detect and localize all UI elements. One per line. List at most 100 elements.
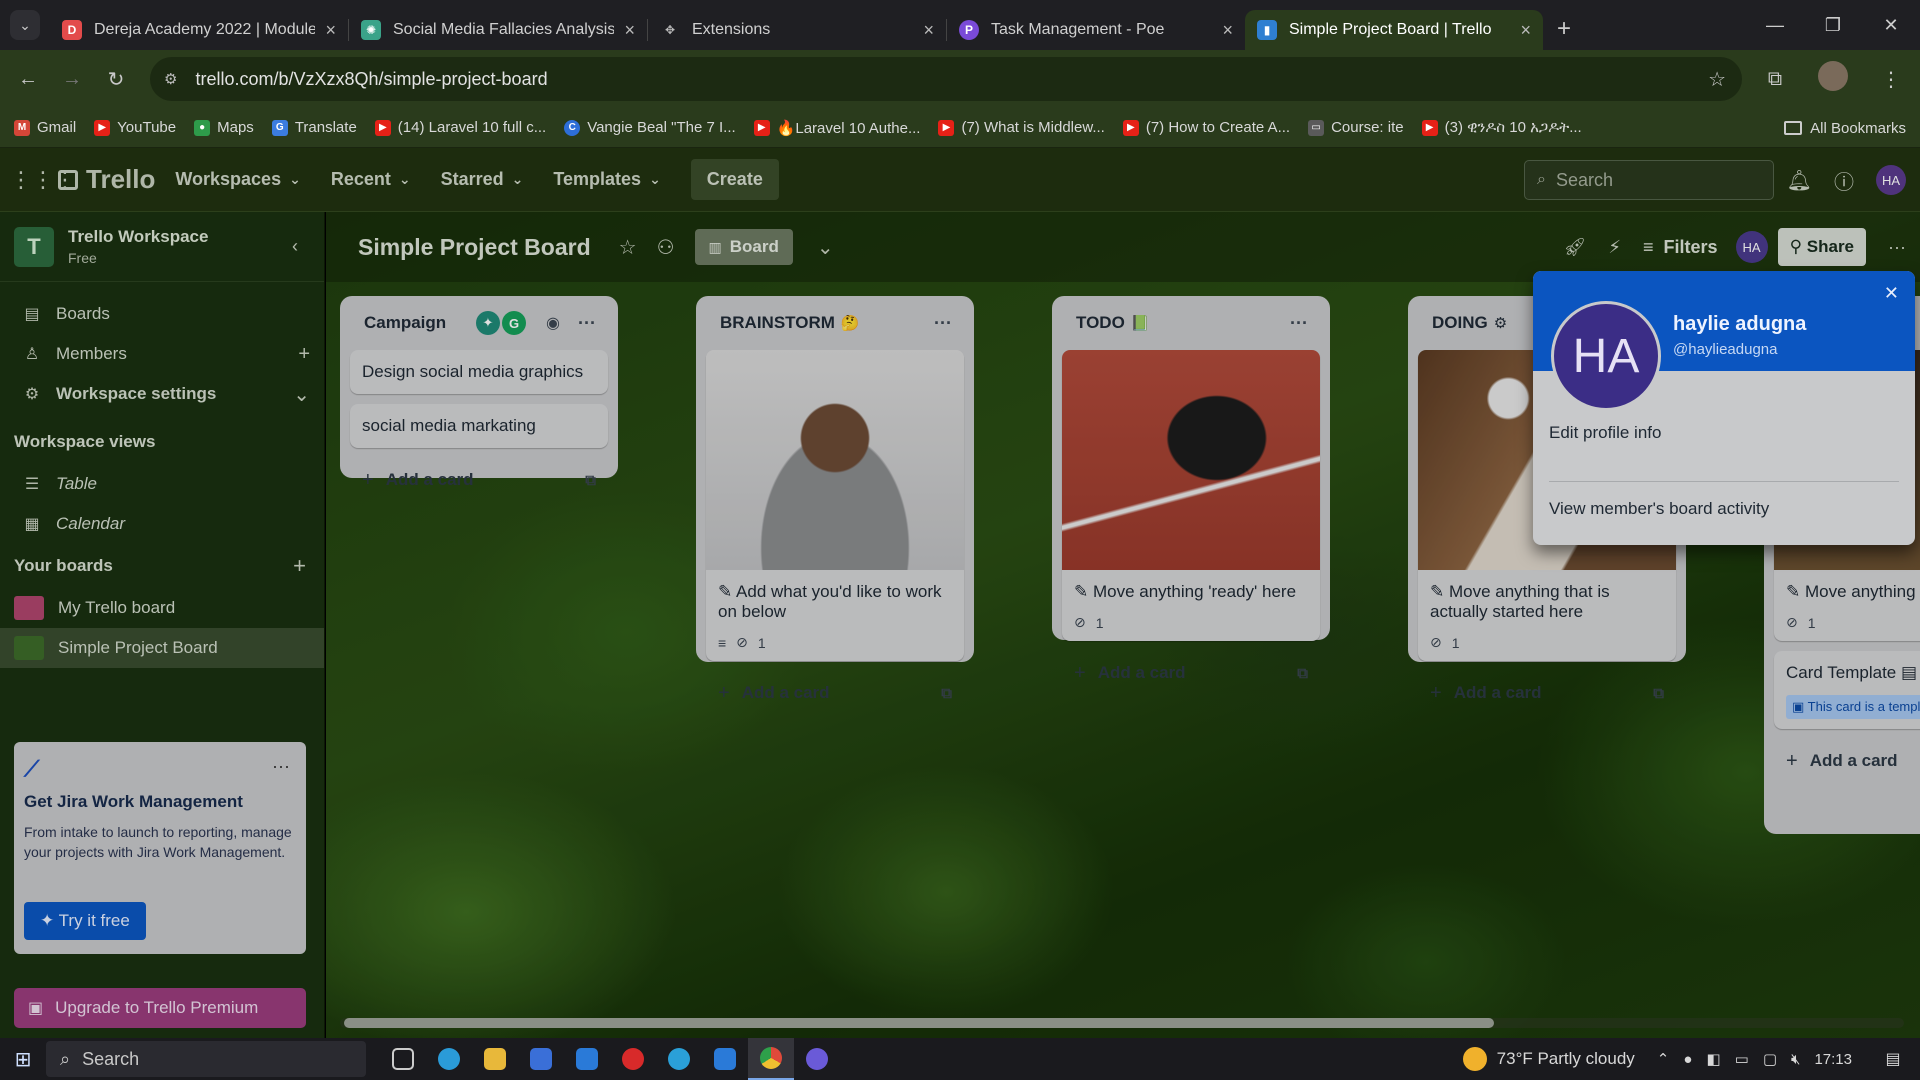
list-header[interactable]: BRAINSTORM 🤔 ··· xyxy=(706,296,964,350)
list-title[interactable]: BRAINSTORM xyxy=(720,313,835,333)
create-button[interactable]: Create xyxy=(690,159,779,200)
close-icon[interactable]: × xyxy=(624,20,635,41)
weather-widget[interactable]: 73°F Partly cloudy xyxy=(1462,1047,1635,1071)
extensions-icon[interactable]: ⧉ xyxy=(1746,68,1804,91)
list-actions-icon[interactable]: ··· xyxy=(578,313,596,334)
sidebar-item-boards[interactable]: ▤ Boards xyxy=(0,294,324,334)
view-activity-link[interactable]: View member's board activity xyxy=(1549,499,1769,519)
sidebar-item-calendar[interactable]: ▦ Calendar xyxy=(0,504,324,544)
menu-templates[interactable]: Templates ⌄ xyxy=(553,169,660,190)
tab-extensions[interactable]: ✥ Extensions × xyxy=(648,10,946,50)
app-switcher-icon[interactable]: ⋮⋮⋮ xyxy=(10,167,76,193)
sidebar-item-workspace-settings[interactable]: ⚙ Workspace settings ⌄ xyxy=(0,374,324,414)
tab-social-media[interactable]: ✺ Social Media Fallacies Analysis × xyxy=(349,10,647,50)
task-view-icon[interactable] xyxy=(380,1038,426,1080)
opera-icon[interactable] xyxy=(610,1038,656,1080)
speaker-muted-icon[interactable]: 🔇︎ xyxy=(1791,1051,1800,1068)
board-title[interactable]: Simple Project Board xyxy=(358,234,591,261)
bookmark-course[interactable]: ▭ Course: ite xyxy=(1308,119,1404,136)
visibility-icon[interactable]: ⚇ xyxy=(657,235,675,260)
card-template-icon[interactable]: ⧉ xyxy=(941,685,952,702)
list-card[interactable]: ✎ Add what you'd like to work on below ≡… xyxy=(706,350,964,661)
window-close-icon[interactable]: ✕ xyxy=(1862,15,1920,36)
tray-app-icon[interactable]: ● xyxy=(1683,1051,1692,1068)
sidebar-board-my-trello-board[interactable]: My Trello board xyxy=(0,588,324,628)
card-template-icon[interactable]: ⧉ xyxy=(585,472,596,489)
trello-logo[interactable]: Trello xyxy=(58,164,155,195)
clock[interactable]: 17:13 xyxy=(1814,1051,1852,1068)
list-title[interactable]: DOING xyxy=(1432,313,1488,333)
new-tab-plus-icon[interactable]: + xyxy=(1557,15,1571,43)
forward-arrow-icon[interactable]: → xyxy=(50,68,94,91)
taskbar-search[interactable]: ⌕ Search xyxy=(46,1041,366,1077)
url-bar[interactable]: ⚙ trello.com/b/VzXzx8Qh/simple-project-b… xyxy=(150,57,1742,101)
bookmark-windows10[interactable]: ▶ (3) ዊንዶስ 10 አጋዶት... xyxy=(1421,119,1582,136)
collapse-sidebar-icon[interactable]: ‹ xyxy=(292,236,298,257)
member-avatar[interactable]: HA xyxy=(1735,231,1768,263)
bookmark-star-icon[interactable]: ☆ xyxy=(1708,67,1726,92)
network-icon[interactable]: ▢ xyxy=(1763,1050,1777,1068)
power-ups-icon[interactable]: 🚀︎ xyxy=(1564,237,1587,258)
add-card-button[interactable]: + Add a card ⧉ xyxy=(350,458,608,502)
store-icon[interactable] xyxy=(518,1038,564,1080)
help-icon[interactable]: ⓘ xyxy=(1834,166,1854,195)
tab-dereja[interactable]: D Dereja Academy 2022 | Module × xyxy=(50,10,348,50)
bookmark-gmail[interactable]: M Gmail xyxy=(14,119,76,136)
close-icon[interactable]: × xyxy=(1520,20,1531,41)
list-actions-icon[interactable]: ··· xyxy=(934,313,952,334)
bookmark-vangie[interactable]: C Vangie Beal "The 7 I... xyxy=(564,119,736,136)
try-it-free-button[interactable]: ✦ Try it free xyxy=(24,902,146,940)
filters-button[interactable]: ≡ Filters xyxy=(1643,237,1718,258)
bookmark-translate[interactable]: G Translate xyxy=(271,119,357,136)
profile-avatar[interactable] xyxy=(1804,61,1862,97)
more-options-icon[interactable]: ··· xyxy=(1888,237,1906,258)
scrollbar-thumb[interactable] xyxy=(344,1018,1494,1028)
menu-workspaces[interactable]: Workspaces ⌄ xyxy=(175,169,300,190)
bookmark-laravel-full[interactable]: ▶ (14) Laravel 10 full c... xyxy=(374,119,546,136)
windows-start-icon[interactable]: ⊞ xyxy=(0,1047,46,1072)
close-icon[interactable]: ✕ xyxy=(1884,283,1899,304)
bookmark-laravel-auth[interactable]: ▶ 🔥Laravel 10 Authe... xyxy=(753,119,920,137)
bookmark-how-to-create[interactable]: ▶ (7) How to Create A... xyxy=(1122,119,1290,136)
card-template-icon[interactable]: ⧉ xyxy=(1653,685,1664,702)
add-card-button[interactable]: + Add a card ⧉ xyxy=(1418,671,1676,715)
site-info-icon[interactable]: ⚙ xyxy=(164,70,177,88)
add-member-plus-icon[interactable]: + xyxy=(298,343,310,366)
workspace-name[interactable]: Trello Workspace xyxy=(68,227,208,247)
list-title[interactable]: TODO xyxy=(1076,313,1125,333)
share-button[interactable]: ⚲ Share xyxy=(1777,228,1867,266)
list-card[interactable]: Design social media graphics xyxy=(350,350,608,394)
upgrade-premium-button[interactable]: ▣ Upgrade to Trello Premium xyxy=(14,988,306,1028)
tab-poe[interactable]: P Task Management - Poe × xyxy=(947,10,1245,50)
list-header[interactable]: TODO 📗 ··· xyxy=(1062,296,1320,350)
add-card-button[interactable]: + Add a card xyxy=(1774,739,1920,783)
tray-app-icon[interactable]: ◧ xyxy=(1706,1050,1720,1068)
browser-menu-icon[interactable]: ⋮ xyxy=(1862,67,1920,92)
list-title[interactable]: Campaign xyxy=(364,313,446,333)
back-arrow-icon[interactable]: ← xyxy=(6,68,50,91)
notifications-icon[interactable]: 🔔︎ xyxy=(1787,168,1812,193)
card-template-icon[interactable]: ⧉ xyxy=(1297,665,1308,682)
file-explorer-icon[interactable] xyxy=(472,1038,518,1080)
bing-chat-icon[interactable] xyxy=(794,1038,840,1080)
header-search-input[interactable]: ⌕ Search xyxy=(1524,160,1774,200)
telegram-icon[interactable] xyxy=(656,1038,702,1080)
notifications-icon[interactable]: ▤ xyxy=(1876,1049,1910,1069)
template-card[interactable]: Card Template ▤ ▣ This card is a templat… xyxy=(1774,651,1920,729)
tab-trello[interactable]: ▮ Simple Project Board | Trello × xyxy=(1245,10,1543,50)
chevron-up-icon[interactable]: ⌃ xyxy=(1657,1050,1670,1068)
vscode-icon[interactable] xyxy=(702,1038,748,1080)
bookmark-youtube[interactable]: ▶ YouTube xyxy=(94,119,176,136)
chrome-icon[interactable] xyxy=(748,1038,794,1080)
close-icon[interactable]: × xyxy=(325,20,336,41)
bookmark-middleware[interactable]: ▶ (7) What is Middlew... xyxy=(938,119,1105,136)
sidebar-board-simple-project-board[interactable]: Simple Project Board xyxy=(0,628,324,668)
list-header[interactable]: Campaign ✦ G ◉ ··· xyxy=(350,296,608,350)
battery-icon[interactable]: ▭ xyxy=(1735,1050,1749,1068)
edit-profile-link[interactable]: Edit profile info xyxy=(1549,423,1661,443)
mail-icon[interactable] xyxy=(564,1038,610,1080)
menu-starred[interactable]: Starred ⌄ xyxy=(441,169,524,190)
list-card[interactable]: ✎ Move anything 'ready' here ⊘ 1 xyxy=(1062,350,1320,641)
chevron-down-icon[interactable]: ⌄ xyxy=(293,382,310,407)
add-board-plus-icon[interactable]: + xyxy=(293,553,306,579)
